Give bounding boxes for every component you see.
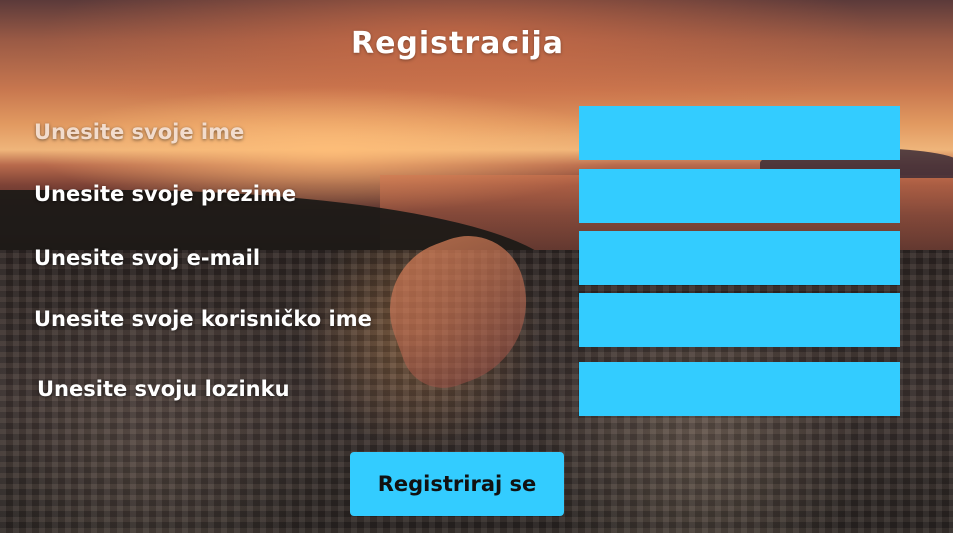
page-title: Registracija xyxy=(350,26,565,61)
first-name-label: Unesite svoje ime xyxy=(34,120,245,144)
password-input[interactable] xyxy=(579,362,900,416)
register-button[interactable]: Registriraj se xyxy=(350,452,564,516)
username-label: Unesite svoje korisničko ime xyxy=(34,307,372,331)
email-input[interactable] xyxy=(579,231,900,285)
username-input[interactable] xyxy=(579,293,900,347)
password-label: Unesite svoju lozinku xyxy=(37,377,290,401)
registration-page: Registracija Unesite svoje ime Unesite s… xyxy=(0,0,953,533)
email-label: Unesite svoj e-mail xyxy=(34,246,261,270)
last-name-input[interactable] xyxy=(579,169,900,223)
last-name-label: Unesite svoje prezime xyxy=(34,182,297,206)
first-name-input[interactable] xyxy=(579,106,900,160)
